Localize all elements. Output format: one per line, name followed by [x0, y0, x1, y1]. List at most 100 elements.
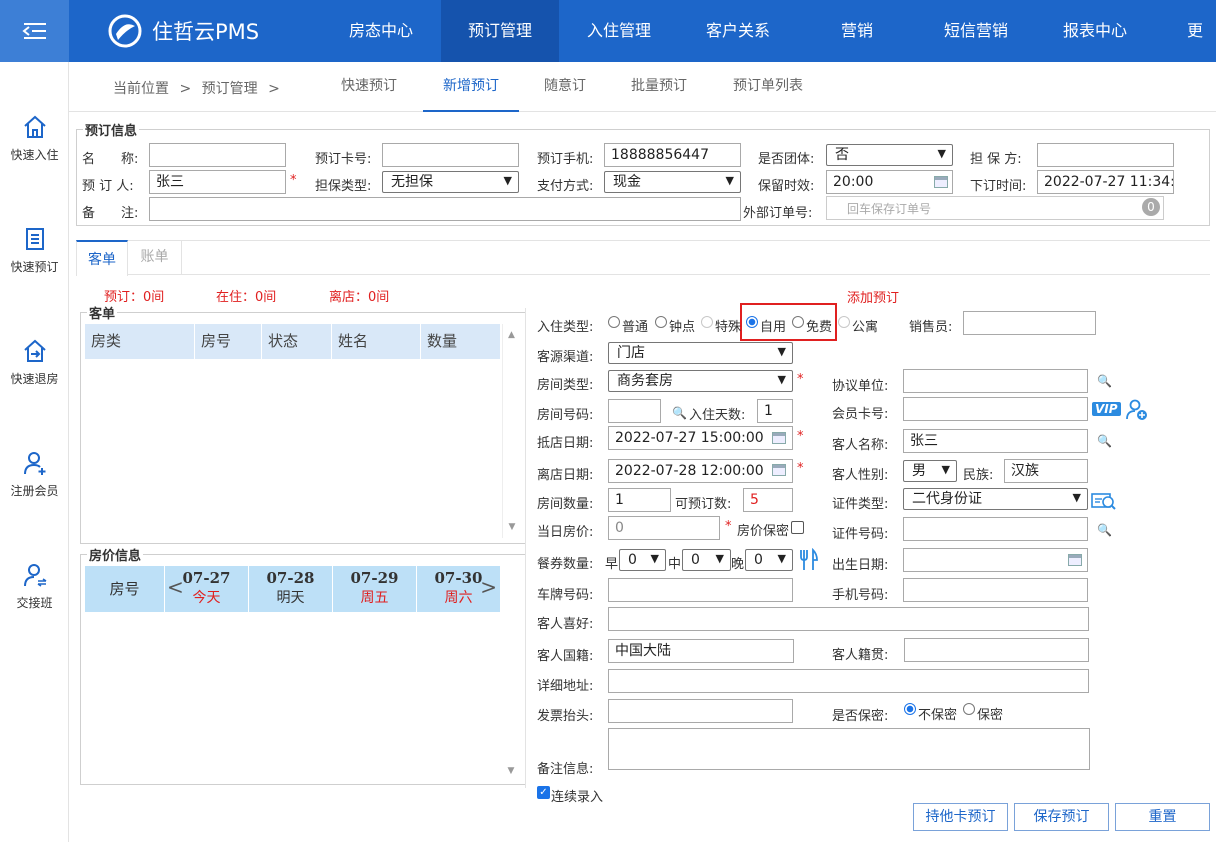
- reset-button[interactable]: 重置: [1115, 803, 1210, 831]
- column-room-type[interactable]: 房类: [85, 324, 195, 359]
- booking-phone-input[interactable]: 18888856447: [604, 143, 741, 167]
- daily-price-input[interactable]: 0: [608, 516, 720, 540]
- price-secret-checkbox[interactable]: [791, 521, 804, 534]
- scroll-down-icon[interactable]: ▼: [502, 766, 520, 776]
- radio-special[interactable]: [701, 316, 713, 328]
- fork-knife-icon[interactable]: [798, 548, 820, 572]
- room-type-select[interactable]: 商务套房 ▼: [608, 370, 793, 392]
- lunch-select[interactable]: 0 ▼: [682, 549, 731, 571]
- nav-more[interactable]: 更多: [1155, 0, 1216, 62]
- agreement-unit-input[interactable]: [903, 369, 1088, 393]
- other-card-booking-button[interactable]: 持他卡预订: [913, 803, 1008, 831]
- tab-booking-list[interactable]: 预订单列表: [720, 62, 816, 112]
- name-input[interactable]: [149, 143, 286, 167]
- scroll-up-icon[interactable]: ▲: [503, 330, 520, 340]
- breakfast-select[interactable]: 0 ▼: [619, 549, 666, 571]
- radio-free[interactable]: [792, 316, 804, 328]
- departure-date-input[interactable]: 2022-07-28 12:00:00: [608, 459, 793, 483]
- column-status[interactable]: 状态: [262, 324, 332, 359]
- sidebar-item-register-member[interactable]: 注册会员: [0, 450, 69, 499]
- column-room-no[interactable]: 房号: [195, 324, 262, 359]
- search-icon[interactable]: 🔍: [1097, 374, 1112, 388]
- save-booking-button[interactable]: 保存预订: [1014, 803, 1109, 831]
- vip-icon[interactable]: VIP: [1092, 402, 1121, 416]
- external-order-input[interactable]: 回车保存订单号: [826, 196, 1164, 220]
- ethnic-input[interactable]: 汉族: [1004, 459, 1088, 483]
- nav-crm[interactable]: 客户关系: [679, 0, 797, 62]
- note-textarea[interactable]: [608, 728, 1090, 770]
- preference-input[interactable]: [608, 607, 1089, 631]
- search-icon[interactable]: 🔍: [1097, 523, 1112, 537]
- is-group-select[interactable]: 否 ▼: [826, 144, 953, 166]
- source-select[interactable]: 门店 ▼: [608, 342, 793, 364]
- guarantor-input[interactable]: [1037, 143, 1174, 167]
- menu-toggle-icon[interactable]: [0, 0, 69, 62]
- radio-hourly[interactable]: [655, 316, 667, 328]
- price-scrollbar[interactable]: ▼: [502, 600, 520, 780]
- invoice-title-input[interactable]: [608, 699, 793, 723]
- id-type-select[interactable]: 二代身份证 ▼: [903, 488, 1088, 510]
- column-name[interactable]: 姓名: [332, 324, 421, 359]
- arrival-date-input[interactable]: 2022-07-27 15:00:00: [608, 426, 793, 450]
- sidebar-item-quick-checkin[interactable]: 快速入住: [0, 114, 69, 163]
- sidebar-item-shift-handover[interactable]: 交接班: [0, 562, 69, 611]
- breadcrumb-current[interactable]: 预订管理: [202, 81, 258, 97]
- sidebar-item-quick-booking[interactable]: 快速预订: [0, 226, 69, 275]
- add-booking-link[interactable]: 添加预订: [847, 287, 899, 306]
- order-time-input[interactable]: 2022-07-27 11:34:: [1037, 170, 1174, 194]
- stay-days-input[interactable]: 1: [757, 399, 793, 423]
- nav-sms-marketing[interactable]: 短信营销: [917, 0, 1035, 62]
- column-quantity[interactable]: 数量: [421, 324, 500, 359]
- sidebar-item-quick-checkout[interactable]: 快速退房: [0, 338, 69, 387]
- room-count-input[interactable]: 1: [608, 488, 671, 512]
- nav-reports[interactable]: 报表中心: [1036, 0, 1154, 62]
- member-card-input[interactable]: [903, 397, 1088, 421]
- scroll-down-icon[interactable]: ▼: [503, 522, 521, 532]
- guarantee-type-select[interactable]: 无担保 ▼: [382, 171, 519, 193]
- continuous-entry-checkbox[interactable]: ✓: [537, 786, 550, 799]
- tab-guest-order[interactable]: 客单: [76, 240, 128, 276]
- tab-quick-booking[interactable]: 快速预订: [321, 62, 417, 112]
- radio-self-use[interactable]: [746, 316, 758, 328]
- booker-input[interactable]: 张三: [149, 170, 286, 194]
- card-no-input[interactable]: [382, 143, 519, 167]
- next-dates-icon[interactable]: >: [480, 575, 497, 599]
- radio-not-confidential[interactable]: [904, 703, 916, 715]
- guest-list-scrollbar[interactable]: ▲ ▼: [502, 324, 520, 538]
- tab-batch-booking[interactable]: 批量预订: [611, 62, 707, 112]
- guest-name-input[interactable]: 张三: [903, 429, 1088, 453]
- radio-confidential[interactable]: [963, 703, 975, 715]
- plate-no-input[interactable]: [608, 578, 793, 602]
- room-no-input[interactable]: [608, 399, 661, 423]
- dinner-select[interactable]: 0 ▼: [745, 549, 793, 571]
- nav-checkin[interactable]: 入住管理: [560, 0, 678, 62]
- tab-new-booking[interactable]: 新增预订: [423, 62, 519, 112]
- nationality-input[interactable]: 中国大陆: [608, 639, 794, 663]
- payment-select[interactable]: 现金 ▼: [604, 171, 741, 193]
- id-reader-icon[interactable]: [1091, 491, 1117, 511]
- search-icon[interactable]: 🔍: [672, 406, 687, 420]
- tab-bill[interactable]: 账单: [128, 240, 182, 275]
- id-number-input[interactable]: [903, 517, 1088, 541]
- search-icon[interactable]: 🔍: [1097, 434, 1112, 448]
- address-input[interactable]: [608, 669, 1089, 693]
- sales-input[interactable]: [963, 311, 1096, 335]
- prev-dates-icon[interactable]: <: [167, 575, 184, 599]
- mobile-input[interactable]: [903, 578, 1088, 602]
- calendar-icon[interactable]: [934, 176, 948, 188]
- nav-room-status[interactable]: 房态中心: [322, 0, 440, 62]
- calendar-icon[interactable]: [1068, 554, 1082, 566]
- remark-input[interactable]: [149, 197, 741, 221]
- birth-date-input[interactable]: [903, 548, 1088, 572]
- radio-apartment[interactable]: [838, 316, 850, 328]
- add-member-icon[interactable]: [1125, 399, 1149, 421]
- calendar-icon[interactable]: [772, 464, 786, 476]
- tab-casual-booking[interactable]: 随意订: [517, 62, 613, 112]
- nav-reservation[interactable]: 预订管理: [441, 0, 559, 62]
- native-place-input[interactable]: [904, 638, 1089, 662]
- nav-marketing[interactable]: 营销: [798, 0, 916, 62]
- calendar-icon[interactable]: [772, 432, 786, 444]
- gender-select[interactable]: 男 ▼: [903, 460, 957, 482]
- brand-logo[interactable]: 住哲云PMS: [108, 14, 259, 48]
- radio-normal[interactable]: [608, 316, 620, 328]
